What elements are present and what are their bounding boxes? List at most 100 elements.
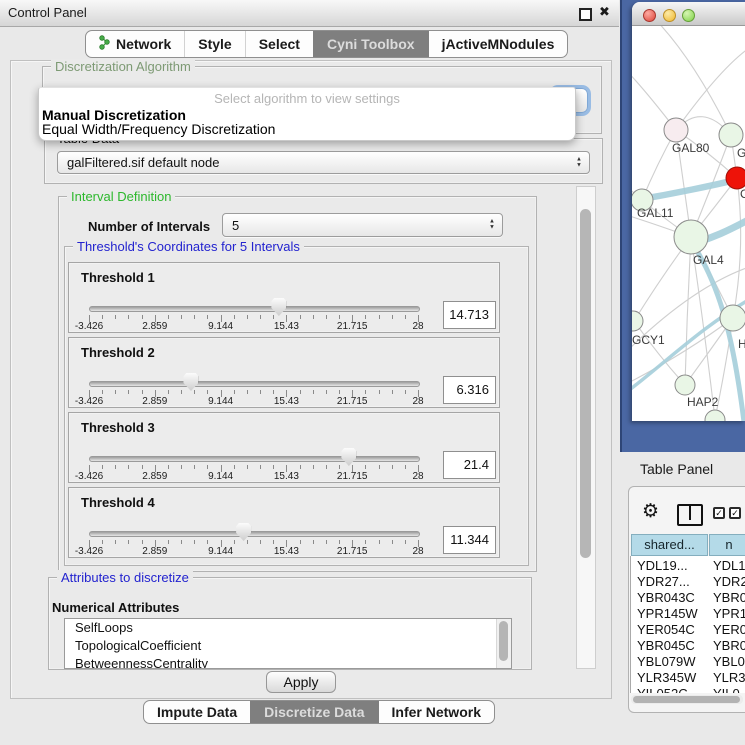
cell-name[interactable]: YLR3 xyxy=(713,670,745,686)
attribute-item-betweennesscentrality[interactable]: BetweennessCentrality xyxy=(65,655,511,669)
cell-shared-name[interactable]: YBL079W xyxy=(637,654,696,670)
node-label: C xyxy=(740,187,745,201)
node-gcy1[interactable] xyxy=(632,311,643,331)
gear-icon[interactable]: ⚙ xyxy=(642,500,659,522)
cell-name[interactable]: YBR0 xyxy=(713,590,745,606)
threshold-slider-track[interactable] xyxy=(89,306,420,312)
bottom-tab-infer-network[interactable]: Infer Network xyxy=(378,701,494,723)
node-g[interactable] xyxy=(719,123,743,147)
cell-name[interactable]: YDL1 xyxy=(713,558,745,574)
threshold-value-field[interactable]: 14.713 xyxy=(443,301,496,329)
table-row[interactable]: YIL052C YIL0 xyxy=(631,686,745,693)
settings-scrollbar-thumb[interactable] xyxy=(580,209,591,558)
slider-tick-labels: -3.4262.8599.14415.4321.71528 xyxy=(89,321,418,332)
thresholds-group-title: Threshold's Coordinates for 5 Intervals xyxy=(73,239,304,254)
bottom-tab-label: Discretize Data xyxy=(264,704,364,720)
table-row[interactable]: YBR043C YBR0 xyxy=(631,590,745,606)
tab-network[interactable]: Network xyxy=(86,31,184,57)
network-canvas[interactable]: GAL80GCGAL11GAL4GCY1HHAP2 xyxy=(632,26,745,421)
checkbox-icon[interactable]: ✓ xyxy=(729,507,741,519)
table-row[interactable]: YDR27... YDR2 xyxy=(631,574,745,590)
cell-name[interactable]: YIL0 xyxy=(713,686,740,693)
minimize-button[interactable] xyxy=(663,9,676,22)
column-header-shared-name[interactable]: shared... xyxy=(631,534,708,556)
cell-name[interactable]: YDR2 xyxy=(713,574,745,590)
node-gal80[interactable] xyxy=(664,118,688,142)
table-panel-title: Table Panel xyxy=(640,461,713,477)
tab-style[interactable]: Style xyxy=(184,31,244,57)
node-c[interactable] xyxy=(726,167,745,189)
node-gal4[interactable] xyxy=(674,220,708,254)
cell-name[interactable]: YPR1 xyxy=(713,606,745,622)
network-window-titlebar[interactable] xyxy=(632,2,745,26)
column-view-icon[interactable] xyxy=(677,504,703,526)
table-data-value: galFiltered.sif default node xyxy=(67,155,219,170)
discretization-algorithm-title: Discretization Algorithm xyxy=(51,59,195,74)
bottom-tab-bar: Impute Data Discretize Data Infer Network xyxy=(143,700,495,724)
node-hap2[interactable] xyxy=(675,375,695,395)
attribute-item-selfloops[interactable]: SelfLoops xyxy=(65,619,511,637)
node-unlabeled[interactable] xyxy=(705,410,725,421)
threshold-slider-thumb[interactable] xyxy=(341,448,356,466)
settings-scrollbar[interactable] xyxy=(576,186,596,669)
tab-cyni-toolbox[interactable]: Cyni Toolbox xyxy=(313,31,428,57)
table-hscrollbar[interactable] xyxy=(631,695,743,704)
numerical-attributes-list[interactable]: SelfLoopsTopologicalCoefficientBetweenne… xyxy=(64,618,512,669)
algorithm-option-manual-discretization[interactable]: Manual Discretization xyxy=(39,108,575,122)
tab-label: Cyni Toolbox xyxy=(327,36,415,52)
table-row[interactable]: YER054C YER0 xyxy=(631,622,745,638)
cell-shared-name[interactable]: YDR27... xyxy=(637,574,690,590)
table-row[interactable]: YDL19... YDL1 xyxy=(631,558,745,574)
cell-shared-name[interactable]: YDL19... xyxy=(637,558,688,574)
cell-shared-name[interactable]: YIL052C xyxy=(637,686,688,693)
cell-shared-name[interactable]: YBR043C xyxy=(637,590,695,606)
close-icon[interactable]: ✖ xyxy=(599,4,610,20)
tab-jactivemnodules[interactable]: jActiveMNodules xyxy=(428,31,568,57)
bottom-tab-label: Impute Data xyxy=(157,704,237,720)
threshold-value-field[interactable]: 6.316 xyxy=(443,376,496,404)
float-icon[interactable] xyxy=(579,8,592,21)
threshold-slider-thumb[interactable] xyxy=(236,523,251,541)
app-root: Control Panel ✖ NetworkStyleSelectCyni T… xyxy=(0,0,745,745)
bottom-tab-discretize-data[interactable]: Discretize Data xyxy=(250,701,377,723)
table-hscrollbar-thumb[interactable] xyxy=(633,696,740,703)
threshold-slider-track[interactable] xyxy=(89,531,420,537)
cell-name[interactable]: YER0 xyxy=(713,622,745,638)
tab-select[interactable]: Select xyxy=(245,31,313,57)
close-button[interactable] xyxy=(643,9,656,22)
cell-name[interactable]: YBL0 xyxy=(713,654,745,670)
table-data-combobox[interactable]: galFiltered.sif default node ▲▼ xyxy=(57,151,590,174)
cell-shared-name[interactable]: YER054C xyxy=(637,622,695,638)
table-row[interactable]: YPR145W YPR1 xyxy=(631,606,745,622)
cell-shared-name[interactable]: YPR145W xyxy=(637,606,698,622)
table-row[interactable]: YBR045C YBR0 xyxy=(631,638,745,654)
column-header-name[interactable]: n xyxy=(709,534,745,556)
node-label: GCY1 xyxy=(632,333,665,347)
table-row[interactable]: YLR345W YLR3 xyxy=(631,670,745,686)
threshold-slider-track[interactable] xyxy=(89,381,420,387)
threshold-slider-thumb[interactable] xyxy=(183,373,198,391)
list-scrollbar-thumb[interactable] xyxy=(499,621,508,661)
number-of-intervals-label: Number of Intervals xyxy=(88,219,210,234)
node-h[interactable] xyxy=(720,305,745,331)
threshold-value-field[interactable]: 11.344 xyxy=(443,526,496,554)
algorithm-option-equal-width-frequency-discretization[interactable]: Equal Width/Frequency Discretization xyxy=(39,122,575,136)
cell-shared-name[interactable]: YBR045C xyxy=(637,638,695,654)
slider-tick-labels: -3.4262.8599.14415.4321.71528 xyxy=(89,396,418,407)
checkbox-icon[interactable]: ✓ xyxy=(713,507,725,519)
apply-button[interactable]: Apply xyxy=(266,671,336,693)
list-scrollbar[interactable] xyxy=(496,619,511,668)
cell-name[interactable]: YBR0 xyxy=(713,638,745,654)
table-row[interactable]: YBL079W YBL0 xyxy=(631,654,745,670)
zoom-button[interactable] xyxy=(682,9,695,22)
threshold-slider-thumb[interactable] xyxy=(271,298,286,316)
node-label: GAL11 xyxy=(637,206,674,220)
threshold-panel-2: Threshold 2-3.4262.8599.14415.4321.71528… xyxy=(68,337,500,408)
algorithm-popup: Select algorithm to view settings Manual… xyxy=(38,87,576,141)
attribute-item-topologicalcoefficient[interactable]: TopologicalCoefficient xyxy=(65,637,511,655)
threshold-slider-track[interactable] xyxy=(89,456,420,462)
cell-shared-name[interactable]: YLR345W xyxy=(637,670,696,686)
threshold-value-field[interactable]: 21.4 xyxy=(443,451,496,479)
bottom-tab-impute-data[interactable]: Impute Data xyxy=(144,701,250,723)
number-of-intervals-combobox[interactable]: 5 ▲▼ xyxy=(222,213,503,237)
